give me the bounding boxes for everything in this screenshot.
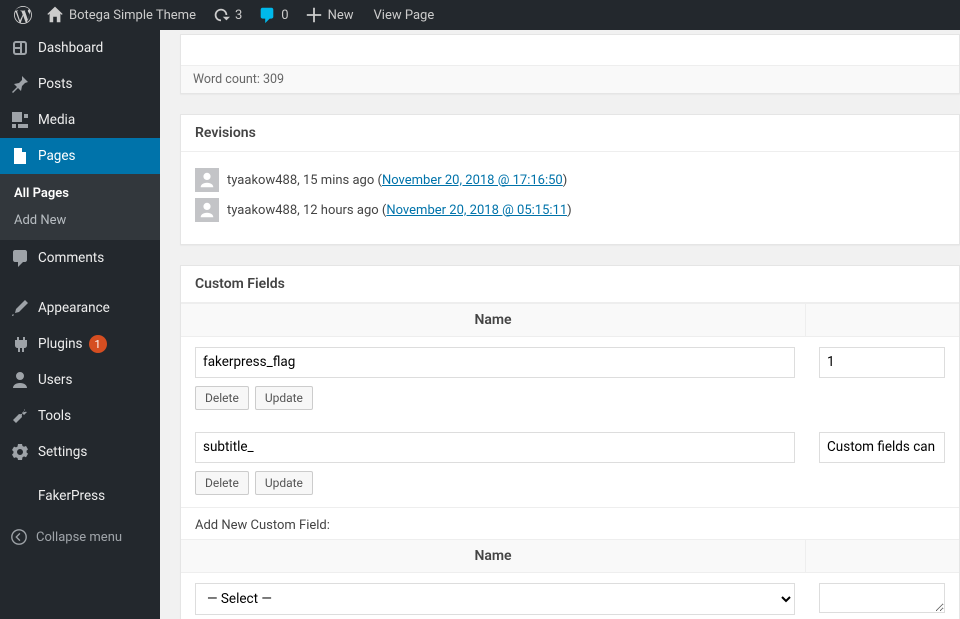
- sidebar-item-comments[interactable]: Comments: [0, 240, 160, 276]
- collapse-icon: [10, 528, 28, 546]
- sidebar-item-settings[interactable]: Settings: [0, 434, 160, 470]
- updates-link[interactable]: 3: [204, 0, 250, 30]
- sidebar-item-label: Users: [38, 372, 72, 388]
- plugin-icon: [10, 334, 30, 354]
- user-icon: [10, 370, 30, 390]
- cf-new-value[interactable]: [819, 583, 945, 613]
- sidebar-item-label: Appearance: [38, 300, 110, 316]
- dashboard-icon: [10, 38, 30, 58]
- settings-icon: [10, 442, 30, 462]
- main-content: Word count: 309 Revisions tyaakow488, 15…: [160, 30, 960, 619]
- new-link[interactable]: New: [297, 0, 362, 30]
- cf-new-row: — Select —: [181, 573, 959, 617]
- revisions-box: Revisions tyaakow488, 15 mins ago (Novem…: [180, 114, 960, 245]
- avatar-icon: [195, 198, 219, 222]
- sidebar-item-dashboard[interactable]: Dashboard: [0, 30, 160, 66]
- updates-count: 3: [235, 8, 242, 23]
- cf-row: [181, 422, 959, 463]
- sidebar-item-label: FakerPress: [38, 488, 105, 504]
- sidebar-submenu-pages: All Pages Add New: [0, 174, 160, 240]
- admin-toolbar: Botega Simple Theme 3 0 New View Page: [0, 0, 960, 30]
- new-label: New: [328, 8, 354, 23]
- revision-ago: 12 hours ago: [303, 203, 379, 218]
- cf-name-header2: Name: [181, 539, 805, 573]
- home-icon: [46, 6, 64, 24]
- sidebar-item-label: Media: [38, 112, 75, 128]
- sidebar-item-label: Dashboard: [38, 40, 103, 56]
- word-count: Word count: 309: [181, 65, 959, 93]
- page-icon: [10, 146, 30, 166]
- revision-row: tyaakow488, 12 hours ago (November 20, 2…: [195, 198, 945, 222]
- revision-link[interactable]: November 20, 2018 @ 17:16:50: [382, 173, 563, 188]
- plus-icon: [305, 6, 323, 24]
- sidebar-item-fakerpress[interactable]: FakerPress: [0, 480, 160, 512]
- sidebar-item-pages[interactable]: Pages: [0, 138, 160, 174]
- sidebar-item-tools[interactable]: Tools: [0, 398, 160, 434]
- sidebar-item-label: Comments: [38, 250, 104, 266]
- cf-row: [181, 337, 959, 378]
- submenu-all-pages[interactable]: All Pages: [0, 180, 160, 207]
- revisions-heading: Revisions: [181, 115, 959, 152]
- add-new-cf-label: Add New Custom Field:: [181, 508, 959, 539]
- revision-ago: 15 mins ago: [303, 173, 374, 188]
- collapse-menu[interactable]: Collapse menu: [0, 520, 160, 554]
- sidebar-item-label: Tools: [38, 408, 71, 424]
- comments-link[interactable]: 0: [250, 0, 296, 30]
- custom-fields-box: Custom Fields Name Delete Update Delete …: [180, 265, 960, 619]
- site-link[interactable]: Botega Simple Theme: [38, 0, 204, 30]
- cf-row-buttons: Delete Update: [181, 463, 959, 508]
- sidebar-item-media[interactable]: Media: [0, 102, 160, 138]
- site-name: Botega Simple Theme: [69, 8, 196, 23]
- comment-icon: [258, 6, 276, 24]
- view-page-link[interactable]: View Page: [366, 0, 443, 30]
- comments-count: 0: [281, 8, 288, 23]
- cf-name-input[interactable]: [195, 432, 795, 463]
- cf-name-input[interactable]: [195, 347, 795, 378]
- cf-value-input[interactable]: [819, 347, 945, 378]
- view-page-label: View Page: [374, 8, 435, 23]
- cf-row-buttons: Delete Update: [181, 378, 959, 422]
- plugins-badge: 1: [89, 335, 107, 353]
- wrench-icon: [10, 406, 30, 426]
- update-icon: [212, 6, 230, 24]
- revision-row: tyaakow488, 15 mins ago (November 20, 20…: [195, 168, 945, 192]
- comment-icon: [10, 248, 30, 268]
- wp-logo-icon[interactable]: [8, 0, 38, 30]
- submenu-add-new[interactable]: Add New: [0, 207, 160, 234]
- cf-value-header: [805, 303, 959, 337]
- sidebar-item-label: Pages: [38, 148, 76, 164]
- delete-button[interactable]: Delete: [195, 386, 249, 410]
- admin-sidebar: Dashboard Posts Media Pages All Pages Ad…: [0, 30, 160, 619]
- sidebar-item-posts[interactable]: Posts: [0, 66, 160, 102]
- collapse-label: Collapse menu: [36, 530, 122, 545]
- update-button[interactable]: Update: [255, 471, 313, 495]
- sidebar-item-plugins[interactable]: Plugins 1: [0, 326, 160, 362]
- editor-box: Word count: 309: [180, 34, 960, 94]
- sidebar-item-label: Plugins: [38, 336, 83, 352]
- update-button[interactable]: Update: [255, 386, 313, 410]
- delete-button[interactable]: Delete: [195, 471, 249, 495]
- custom-fields-heading: Custom Fields: [181, 266, 959, 303]
- brush-icon: [10, 298, 30, 318]
- revision-author: tyaakow488: [227, 173, 297, 188]
- sidebar-item-appearance[interactable]: Appearance: [0, 290, 160, 326]
- avatar-icon: [195, 168, 219, 192]
- cf-value-input[interactable]: [819, 432, 945, 463]
- revision-link[interactable]: November 20, 2018 @ 05:15:11: [386, 203, 567, 218]
- cf-name-header: Name: [181, 303, 805, 337]
- media-icon: [10, 110, 30, 130]
- sidebar-item-label: Settings: [38, 444, 87, 460]
- revision-author: tyaakow488: [227, 203, 297, 218]
- cf-name-select[interactable]: — Select —: [195, 583, 795, 615]
- sidebar-item-label: Posts: [38, 76, 72, 92]
- sidebar-item-users[interactable]: Users: [0, 362, 160, 398]
- pin-icon: [10, 74, 30, 94]
